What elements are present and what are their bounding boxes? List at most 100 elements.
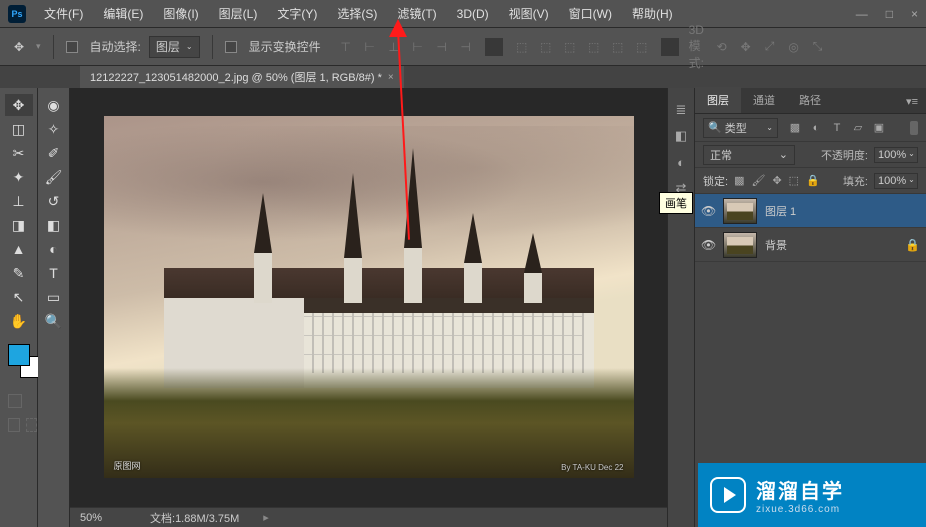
autoselect-checkbox[interactable] — [66, 41, 78, 53]
canvas-area[interactable]: 原图网 By TA-KU Dec 22 — [70, 88, 667, 507]
3d-rotate-icon[interactable]: ◎ — [785, 38, 803, 56]
move-tool[interactable]: ✥ — [5, 94, 33, 116]
brush-tool[interactable]: 🖌 — [40, 166, 68, 188]
lock-transparent-icon[interactable]: ▩ — [734, 174, 744, 187]
distribute-h-icon[interactable]: ⬚ — [513, 38, 531, 56]
filter-kind-dropdown[interactable]: 🔍 类型⌄ — [703, 118, 778, 138]
options-bar: ✥ ▾ 自动选择: 图层⌄ 显示变换控件 ⊤ ⊢ ⊥ ⊢ ⊣ ⊣ ⬚ ⬚ ⬚ ⬚… — [0, 28, 926, 66]
close-button[interactable]: × — [911, 7, 918, 21]
align-vcenter-icon[interactable]: ⊢ — [361, 38, 379, 56]
align-hcenter-icon[interactable]: ⊣ — [433, 38, 451, 56]
screenmode-icon[interactable] — [8, 418, 20, 432]
screenmode-icon2[interactable] — [26, 418, 38, 432]
menu-help[interactable]: 帮助(H) — [622, 5, 683, 22]
hand-tool[interactable]: ✋ — [5, 310, 33, 332]
filter-smart-icon[interactable]: ▣ — [872, 121, 886, 135]
panel-menu-icon[interactable]: ▾≡ — [898, 90, 926, 113]
layer-name[interactable]: 图层 1 — [765, 203, 796, 219]
menu-select[interactable]: 选择(S) — [327, 5, 387, 22]
tab-close-icon[interactable]: × — [388, 72, 394, 83]
3d-slide-icon[interactable]: ⤢ — [761, 38, 779, 56]
menu-image[interactable]: 图像(I) — [153, 5, 208, 22]
distribute-icon4[interactable]: ⬚ — [633, 38, 651, 56]
layer-row[interactable]: 👁 背景 🔒 — [695, 228, 926, 262]
annotation-arrowhead — [389, 19, 407, 37]
eyedropper-tool[interactable]: ✐ — [40, 142, 68, 164]
lock-position-icon[interactable]: ✥ — [772, 174, 781, 187]
move-tool-icon[interactable]: ✥ — [10, 38, 28, 56]
layer-name[interactable]: 背景 — [765, 237, 787, 253]
image-canvas[interactable]: 原图网 By TA-KU Dec 22 — [104, 116, 634, 478]
visibility-icon[interactable]: 👁 — [701, 204, 715, 218]
3d-pan-icon[interactable]: ✥ — [737, 38, 755, 56]
blendmode-dropdown[interactable]: 正常⌄ — [703, 145, 795, 165]
visibility-icon[interactable]: 👁 — [701, 238, 715, 252]
tab-channels[interactable]: 通道 — [741, 87, 787, 113]
eraser-tool[interactable]: ◨ — [5, 214, 33, 236]
history-brush-tool[interactable]: ↺ — [40, 190, 68, 212]
opacity-value[interactable]: 100%⌄ — [874, 147, 918, 163]
distribute-icon2[interactable]: ⬚ — [585, 38, 603, 56]
right-dock: ≣ ◧ ◐ ⇄ 图层 通道 路径 ▾≡ 🔍 类型⌄ ▩ ◐ T ▱ ▣ — [667, 88, 926, 527]
marquee-tool[interactable]: ◫ — [5, 118, 33, 140]
filter-pixel-icon[interactable]: ▩ — [788, 121, 802, 135]
window-controls: — □ × — [856, 7, 918, 21]
distribute-v-icon[interactable]: ⬚ — [537, 38, 555, 56]
dock-strip: ≣ ◧ ◐ ⇄ — [667, 88, 695, 527]
lasso-tool[interactable]: ◉ — [40, 94, 68, 116]
align-right-icon[interactable]: ⊣ — [457, 38, 475, 56]
foreground-color[interactable] — [8, 344, 30, 366]
stamp-tool[interactable]: ⊥ — [5, 190, 33, 212]
filter-shape-icon[interactable]: ▱ — [851, 121, 865, 135]
history-panel-icon[interactable]: ≣ — [671, 100, 691, 120]
align-top-icon[interactable]: ⊤ — [337, 38, 355, 56]
tab-paths[interactable]: 路径 — [787, 87, 833, 113]
menu-type[interactable]: 文字(Y) — [267, 5, 327, 22]
gradient-tool[interactable]: ◧ — [40, 214, 68, 236]
distribute-icon[interactable]: ⬚ — [561, 38, 579, 56]
blur-tool[interactable]: ▲ — [5, 238, 33, 260]
menu-file[interactable]: 文件(F) — [34, 5, 93, 22]
wand-tool[interactable]: ✧ — [40, 118, 68, 140]
path-tool[interactable]: ↖ — [5, 286, 33, 308]
document-tab[interactable]: 12122227_123051482000_2.jpg @ 50% (图层 1,… — [80, 66, 404, 88]
layer-row[interactable]: 👁 图层 1 — [695, 194, 926, 228]
adjustments-panel-icon[interactable]: ◐ — [671, 152, 691, 172]
text-tool[interactable]: T — [40, 262, 68, 284]
pen-tool[interactable]: ✎ — [5, 262, 33, 284]
filter-toggle[interactable] — [910, 121, 918, 135]
layer-thumbnail[interactable] — [723, 198, 757, 224]
align-left-icon[interactable]: ⊢ — [409, 38, 427, 56]
3d-scale-icon[interactable]: ⤡ — [809, 38, 827, 56]
lock-row: 锁定: ▩ 🖌 ✥ ⬚ 🔒 填充: 100%⌄ — [695, 168, 926, 194]
dodge-tool[interactable]: ◐ — [40, 238, 68, 260]
distribute-icon3[interactable]: ⬚ — [609, 38, 627, 56]
filter-adjust-icon[interactable]: ◐ — [809, 121, 823, 135]
maximize-button[interactable]: □ — [886, 7, 893, 21]
zoom-tool[interactable]: 🔍 — [40, 310, 68, 332]
color-swatches[interactable] — [0, 344, 37, 384]
minimize-button[interactable]: — — [856, 7, 868, 21]
autoselect-dropdown[interactable]: 图层⌄ — [149, 36, 200, 58]
zoom-level[interactable]: 50% — [80, 512, 130, 524]
fill-value[interactable]: 100%⌄ — [874, 173, 918, 189]
lock-pixels-icon[interactable]: 🖌 — [751, 174, 765, 187]
menu-layer[interactable]: 图层(L) — [209, 5, 268, 22]
lock-all-icon[interactable]: 🔒 — [806, 174, 820, 187]
shape-tool[interactable]: ▭ — [40, 286, 68, 308]
status-bar: 50% 文档:1.88M/3.75M ▸ — [70, 507, 667, 527]
lock-artboard-icon[interactable]: ⬚ — [789, 174, 799, 187]
quickmask-icon[interactable] — [8, 394, 22, 408]
healing-tool[interactable]: ✦ — [5, 166, 33, 188]
layer-thumbnail[interactable] — [723, 232, 757, 258]
menu-3d[interactable]: 3D(D) — [447, 7, 499, 21]
menu-edit[interactable]: 编辑(E) — [93, 5, 153, 22]
tab-layers[interactable]: 图层 — [695, 87, 741, 113]
menu-window[interactable]: 窗口(W) — [559, 5, 622, 22]
color-panel-icon[interactable]: ◧ — [671, 126, 691, 146]
showcontrols-checkbox[interactable] — [225, 41, 237, 53]
menu-view[interactable]: 视图(V) — [499, 5, 559, 22]
crop-tool[interactable]: ✂ — [5, 142, 33, 164]
filter-text-icon[interactable]: T — [830, 121, 844, 135]
3d-orbit-icon[interactable]: ⟲ — [713, 38, 731, 56]
